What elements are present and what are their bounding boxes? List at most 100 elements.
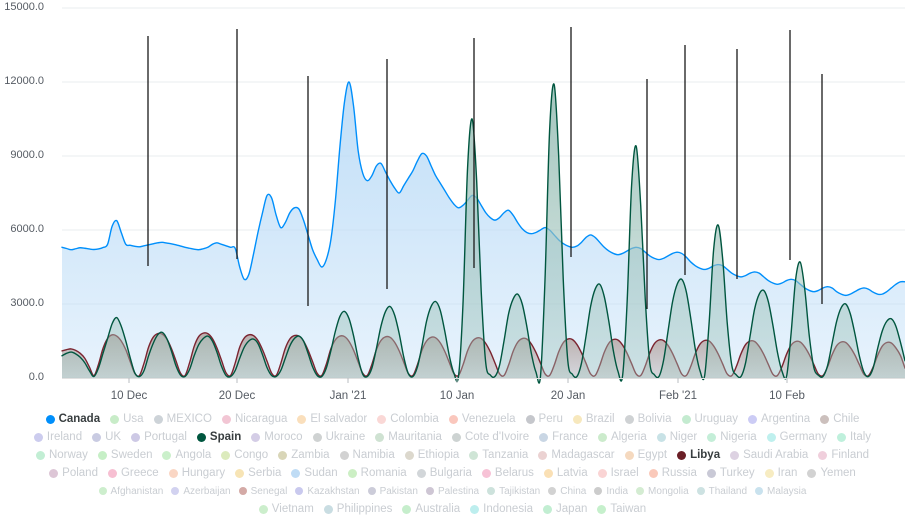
legend-item-kazakhstan[interactable]: Kazakhstan xyxy=(295,485,360,498)
legend-item-yemen[interactable]: Yemen xyxy=(807,467,856,480)
legend-item-peru[interactable]: Peru xyxy=(525,413,563,426)
legend-marker-icon xyxy=(339,450,349,460)
legend-marker-icon xyxy=(807,468,817,478)
legend-item-mauritania[interactable]: Mauritania xyxy=(375,431,442,444)
legend-item-label: Nigeria xyxy=(720,430,757,443)
legend-item-venezuela[interactable]: Venezuela xyxy=(448,413,516,426)
legend-item-china[interactable]: China xyxy=(548,485,586,498)
legend-item-thailand[interactable]: Thailand xyxy=(696,485,747,498)
legend-item-israel[interactable]: Israel xyxy=(597,467,639,480)
legend-marker-icon xyxy=(221,414,231,424)
legend-item-tajikistan[interactable]: Tajikistan xyxy=(487,485,540,498)
legend-marker-icon xyxy=(766,432,776,442)
legend-item-romania[interactable]: Romania xyxy=(347,467,407,480)
legend-item-azerbaijan[interactable]: Azerbaijan xyxy=(171,485,231,498)
legend-item-australia[interactable]: Australia xyxy=(402,503,460,516)
legend-item-ethiopia[interactable]: Ethiopia xyxy=(404,449,459,462)
legend-item-finland[interactable]: Finland xyxy=(818,449,869,462)
legend-item-poland[interactable]: Poland xyxy=(49,467,98,480)
legend-item-namibia[interactable]: Namibia xyxy=(339,449,395,462)
legend-item-label: Italy xyxy=(849,430,872,443)
legend-item-sudan[interactable]: Sudan xyxy=(291,467,338,480)
legend-item-tanzania[interactable]: Tanzania xyxy=(469,449,528,462)
legend-item-india[interactable]: India xyxy=(594,485,628,498)
legend-item-pakistan[interactable]: Pakistan xyxy=(367,485,418,498)
legend-marker-icon xyxy=(597,468,607,478)
legend-item-bulgaria[interactable]: Bulgaria xyxy=(416,467,472,480)
legend-marker-icon xyxy=(747,414,757,424)
legend-item-germany[interactable]: Germany xyxy=(766,431,827,444)
legend-marker-icon xyxy=(295,487,304,495)
legend-item-hungary[interactable]: Hungary xyxy=(168,466,226,480)
legend-item-afghanistan[interactable]: Afghanistan xyxy=(98,485,163,498)
legend-item-belarus[interactable]: Belarus xyxy=(481,467,534,480)
legend-item-spain[interactable]: Spain xyxy=(196,430,242,444)
legend-item-label: Poland xyxy=(62,466,98,479)
legend-item-label: Libya xyxy=(690,448,721,461)
legend-item-saudi-arabia[interactable]: Saudi Arabia xyxy=(730,449,808,462)
legend-marker-icon xyxy=(548,487,557,495)
legend-item-italy[interactable]: Italy xyxy=(836,430,872,444)
legend-item-niger[interactable]: Niger xyxy=(656,431,697,444)
legend-item-brazil[interactable]: Brazil xyxy=(572,413,615,426)
legend-item-usa[interactable]: Usa xyxy=(110,413,144,426)
legend-item-france[interactable]: France xyxy=(539,431,588,444)
legend-item-label: Tajikistan xyxy=(499,485,541,497)
legend-item-label: Saudi Arabia xyxy=(743,448,809,461)
legend-item-latvia[interactable]: Latvia xyxy=(543,467,588,480)
legend-item-moroco[interactable]: Moroco xyxy=(251,431,303,444)
legend-item-sweden[interactable]: Sweden xyxy=(97,449,152,462)
legend-item-algeria[interactable]: Algeria xyxy=(597,431,647,444)
legend-item-palestina[interactable]: Palestina xyxy=(425,485,479,498)
legend-item-congo[interactable]: Congo xyxy=(221,449,268,462)
legend-item-japan[interactable]: Japan xyxy=(543,503,587,516)
legend-item-argentina[interactable]: Argentina xyxy=(747,412,811,426)
legend-item-indonesia[interactable]: Indonesia xyxy=(470,503,533,516)
legend-item-senegal[interactable]: Senegal xyxy=(238,485,287,498)
legend-item-label: Spain xyxy=(209,430,242,443)
legend-item-malaysia[interactable]: Malaysia xyxy=(755,485,806,498)
legend-item-libya[interactable]: Libya xyxy=(677,449,720,462)
legend-item-label: Thailand xyxy=(708,485,747,497)
legend-item-egypt[interactable]: Egypt xyxy=(624,449,667,462)
legend-item-mongolia[interactable]: Mongolia xyxy=(636,485,689,498)
legend-item-vietnam[interactable]: Vietnam xyxy=(258,503,314,516)
legend-item-ukraine[interactable]: Ukraine xyxy=(312,431,365,444)
legend-marker-icon xyxy=(92,432,102,442)
legend-item-iran[interactable]: Iran xyxy=(764,467,797,480)
legend-item-label: Finland xyxy=(831,448,870,461)
legend-marker-icon xyxy=(258,504,268,514)
legend-item-label: Argentina xyxy=(760,412,811,425)
legend-item-nigeria[interactable]: Nigeria xyxy=(707,430,757,444)
legend-item-ireland[interactable]: Ireland xyxy=(33,431,82,444)
x-axis-ticks xyxy=(62,378,905,383)
legend-item-greece[interactable]: Greece xyxy=(107,466,159,480)
legend-item-uruguay[interactable]: Uruguay xyxy=(681,413,738,426)
legend-item-turkey[interactable]: Turkey xyxy=(706,467,755,480)
legend-item-madagascar[interactable]: Madagascar xyxy=(538,449,615,462)
legend-item-colombia[interactable]: Colombia xyxy=(377,413,439,426)
legend-item-bolivia[interactable]: Bolivia xyxy=(624,413,672,426)
legend-item-portugal[interactable]: Portugal xyxy=(131,431,187,444)
chart-legend[interactable]: Canada Usa MEXICO Nicaragua El salvador Colom… xyxy=(0,410,905,521)
legend-item-label: Greece xyxy=(120,466,159,479)
legend-item-mexico[interactable]: MEXICO xyxy=(153,413,212,426)
legend-item-chile[interactable]: Chile xyxy=(820,413,859,426)
legend-item-serbia[interactable]: Serbia xyxy=(235,467,281,480)
legend-item-norway[interactable]: Norway xyxy=(35,449,88,462)
legend-item-cote-d-ivoire[interactable]: Cote d'Ivoire xyxy=(451,431,529,444)
legend-item-label: Hungary xyxy=(181,466,226,479)
legend-item-russia[interactable]: Russia xyxy=(648,467,697,480)
legend-item-uk[interactable]: UK xyxy=(92,431,121,444)
legend-item-label: Canada xyxy=(58,412,101,425)
legend-item-label: Serbia xyxy=(248,466,282,479)
legend-item-canada[interactable]: Canada xyxy=(45,412,101,426)
legend-item-taiwan[interactable]: Taiwan xyxy=(597,503,646,516)
legend-item-zambia[interactable]: Zambia xyxy=(278,449,330,462)
legend-item-philippines[interactable]: Philippines xyxy=(323,503,392,516)
legend-item-el-salvador[interactable]: El salvador xyxy=(297,413,367,426)
legend-item-nicaragua[interactable]: Nicaragua xyxy=(221,413,287,426)
legend-item-angola[interactable]: Angola xyxy=(162,449,211,462)
legend-marker-icon xyxy=(131,432,141,442)
plot-area[interactable] xyxy=(0,0,905,390)
